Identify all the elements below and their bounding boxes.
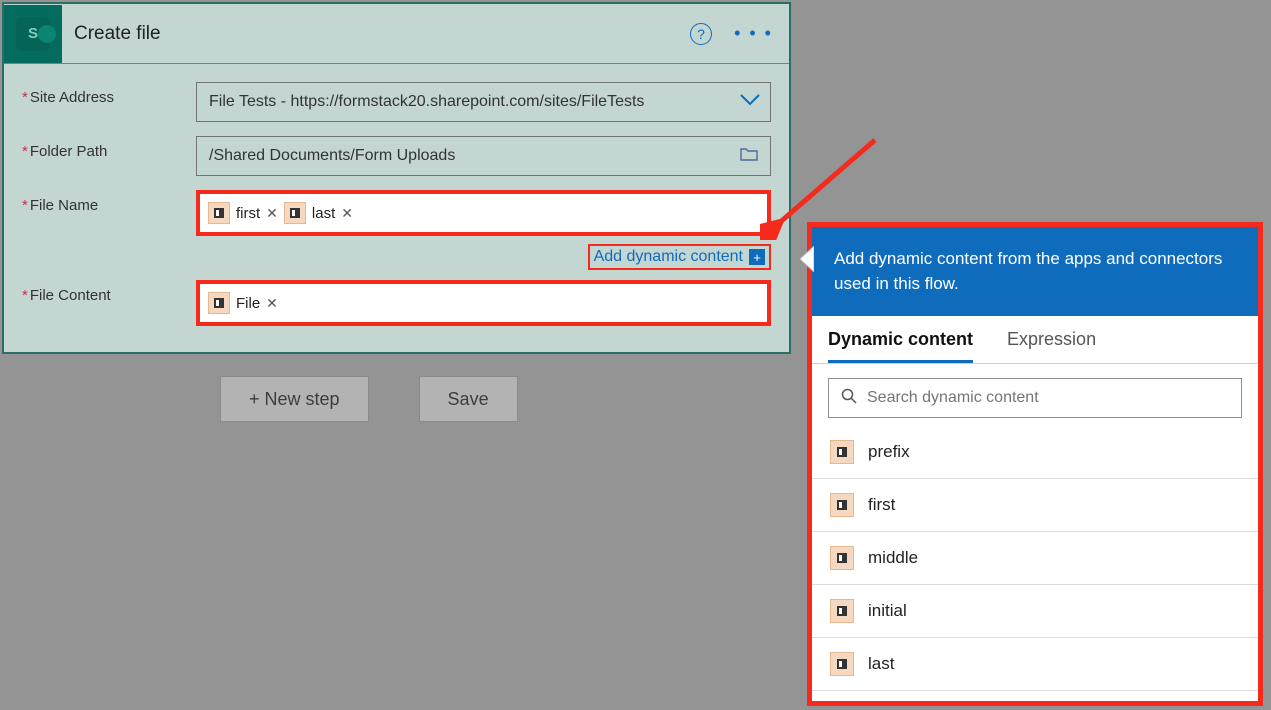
token-last[interactable]: last ✕ <box>284 202 353 224</box>
site-address-value: File Tests - https://formstack20.sharepo… <box>209 93 644 111</box>
footer-buttons: + New step Save <box>220 376 518 422</box>
card-body: *Site Address File Tests - https://forms… <box>4 64 789 352</box>
folder-picker-icon[interactable] <box>740 147 758 165</box>
folder-path-input[interactable]: /Shared Documents/Form Uploads <box>196 136 771 176</box>
add-dynamic-row: Add dynamic content + <box>22 244 771 270</box>
dynamic-content-header: Add dynamic content from the apps and co… <box>812 227 1258 316</box>
card-header: S Create file ? • • • <box>4 4 789 64</box>
formstack-icon <box>830 440 854 464</box>
file-content-input[interactable]: File ✕ <box>196 280 771 326</box>
label-site-address: *Site Address <box>22 82 196 106</box>
dynamic-item-label: first <box>868 495 895 515</box>
plus-icon: + <box>749 249 765 265</box>
folder-path-value: /Shared Documents/Form Uploads <box>209 147 455 165</box>
dynamic-item-label: middle <box>868 548 918 568</box>
tab-expression[interactable]: Expression <box>1007 319 1096 363</box>
create-file-card: S Create file ? • • • *Site Address File… <box>2 2 791 354</box>
token-label: first <box>236 205 260 222</box>
dynamic-item-last[interactable]: last <box>812 638 1258 691</box>
row-site-address: *Site Address File Tests - https://forms… <box>22 82 771 122</box>
remove-token-icon[interactable]: ✕ <box>266 205 278 222</box>
save-button[interactable]: Save <box>419 376 518 422</box>
row-folder-path: *Folder Path /Shared Documents/Form Uplo… <box>22 136 771 176</box>
formstack-icon <box>830 493 854 517</box>
row-file-name: *File Name first ✕ last ✕ <box>22 190 771 236</box>
formstack-icon <box>284 202 306 224</box>
sharepoint-icon: S <box>4 5 62 63</box>
formstack-icon <box>208 292 230 314</box>
site-address-select[interactable]: File Tests - https://formstack20.sharepo… <box>196 82 771 122</box>
token-file[interactable]: File ✕ <box>208 292 278 314</box>
formstack-icon <box>208 202 230 224</box>
dynamic-content-panel: Add dynamic content from the apps and co… <box>807 222 1263 706</box>
add-dynamic-content-link[interactable]: Add dynamic content + <box>588 244 771 270</box>
new-step-button[interactable]: + New step <box>220 376 369 422</box>
dynamic-item-label: initial <box>868 601 907 621</box>
token-label: File <box>236 295 260 312</box>
token-first[interactable]: first ✕ <box>208 202 278 224</box>
label-file-name: *File Name <box>22 190 196 214</box>
formstack-icon <box>830 546 854 570</box>
row-file-content: *File Content File ✕ <box>22 280 771 326</box>
label-file-content: *File Content <box>22 280 196 304</box>
tab-dynamic-content[interactable]: Dynamic content <box>828 319 973 363</box>
help-icon[interactable]: ? <box>690 23 712 45</box>
more-menu-icon[interactable]: • • • <box>730 23 777 44</box>
label-folder-path: *Folder Path <box>22 136 196 160</box>
token-label: last <box>312 205 335 222</box>
file-name-input[interactable]: first ✕ last ✕ <box>196 190 771 236</box>
formstack-icon <box>830 599 854 623</box>
add-dynamic-label: Add dynamic content <box>594 248 743 266</box>
dynamic-item-middle[interactable]: middle <box>812 532 1258 585</box>
dynamic-search-input[interactable] <box>867 389 1229 407</box>
dynamic-item-label: last <box>868 654 894 674</box>
card-title: Create file <box>74 23 690 45</box>
dynamic-item-initial[interactable]: initial <box>812 585 1258 638</box>
sharepoint-icon-letter: S <box>28 25 38 42</box>
remove-token-icon[interactable]: ✕ <box>266 295 278 312</box>
dynamic-item-label: prefix <box>868 442 910 462</box>
dynamic-item-prefix[interactable]: prefix <box>812 426 1258 479</box>
dynamic-content-list: prefix first middle initial last <box>812 426 1258 701</box>
chevron-down-icon <box>740 93 758 112</box>
remove-token-icon[interactable]: ✕ <box>341 205 353 222</box>
dynamic-search[interactable] <box>828 378 1242 418</box>
dynamic-item-first[interactable]: first <box>812 479 1258 532</box>
dynamic-content-tabs: Dynamic content Expression <box>812 316 1258 364</box>
formstack-icon <box>830 652 854 676</box>
search-icon <box>841 388 857 409</box>
